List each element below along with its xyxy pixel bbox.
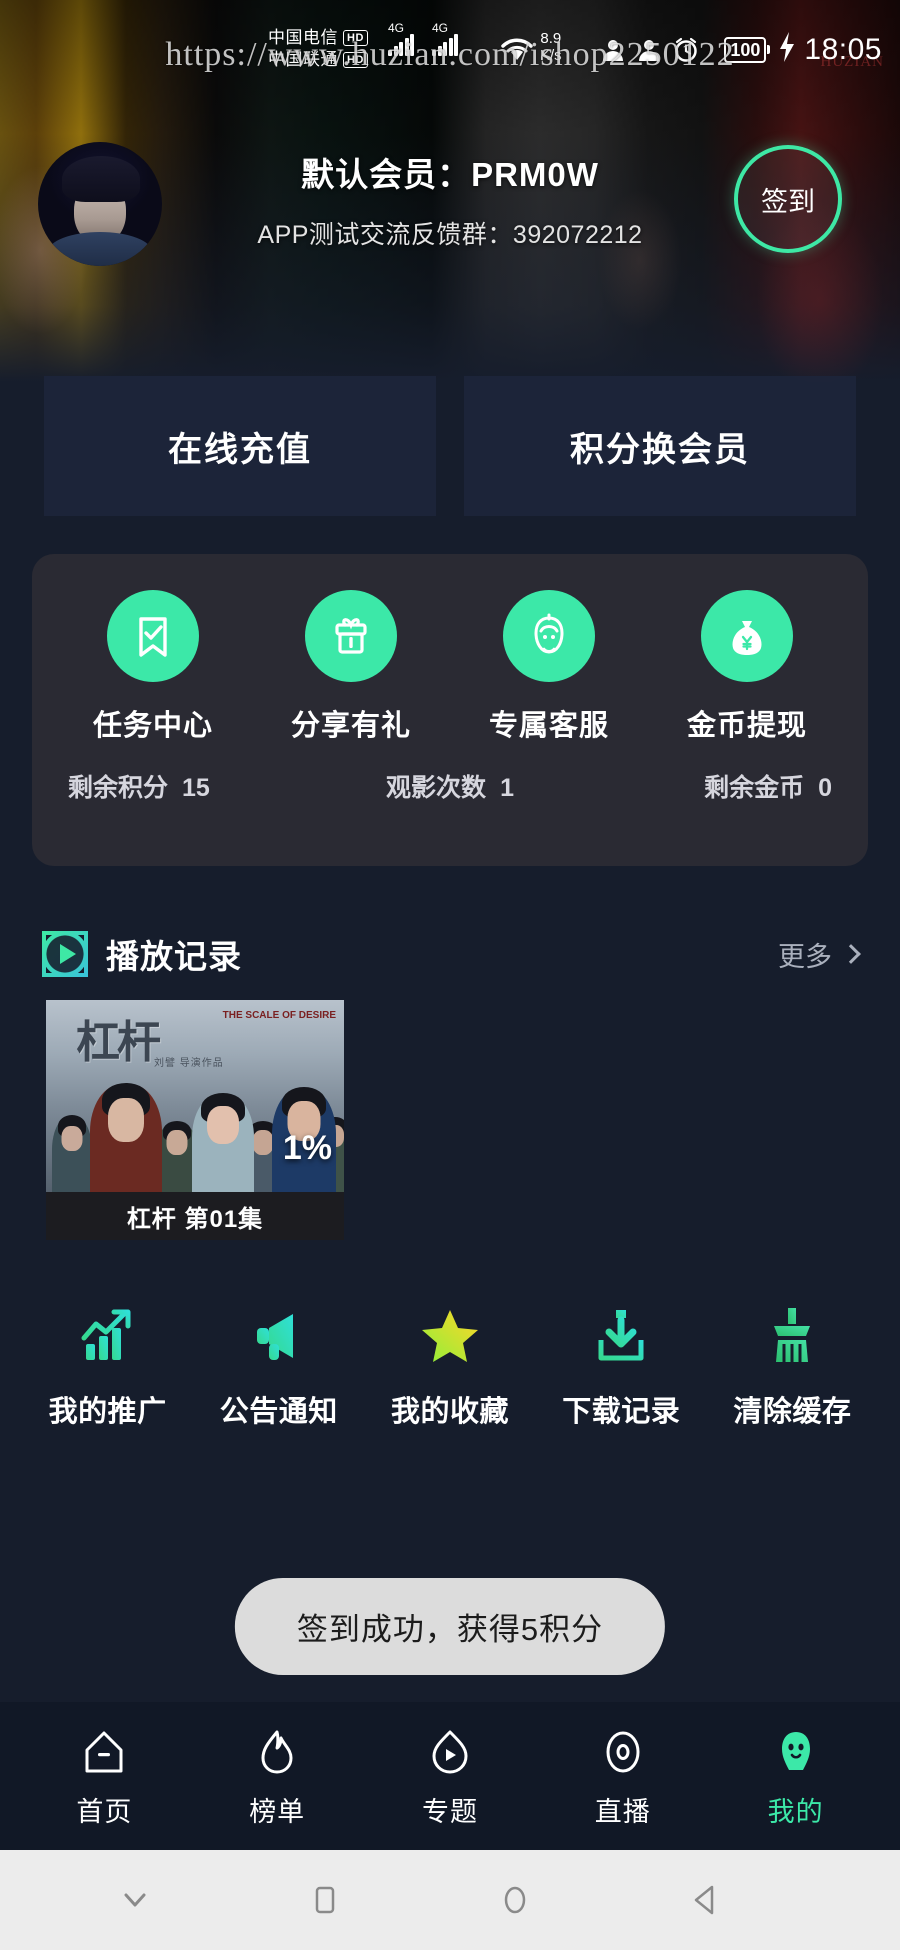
- task-bookmark-icon: [107, 590, 199, 682]
- broom-icon: [756, 1300, 828, 1372]
- site-watermark: https://www.huzian.com/ishop2250122: [165, 36, 735, 73]
- download-icon: [585, 1300, 657, 1372]
- megaphone-icon: [243, 1300, 315, 1372]
- play-history-item[interactable]: 杠杆 THE SCALE OF DESIRE 刘譬 导演作品 1% 杠杆 第01…: [46, 1000, 344, 1240]
- stat-remaining-coins: 剩余金币 0: [577, 768, 832, 804]
- recharge-button[interactable]: 在线充值: [44, 376, 436, 516]
- points-exchange-button[interactable]: 积分换会员: [464, 376, 856, 516]
- profile-section: 默认会员：PRM0W APP测试交流反馈群：392072212 签到: [0, 130, 900, 290]
- grid-item-label: 分享有礼: [290, 710, 411, 742]
- play-history-header: 播放记录 更多: [42, 926, 861, 982]
- android-system-nav: [0, 1850, 900, 1950]
- toast-text: 签到成功，获得5积分: [296, 1612, 604, 1647]
- quick-actions-card: 任务中心 分享有礼 专属客服 金币提现 剩余积分 15 观影次数 1 剩余金币 …: [32, 554, 868, 866]
- stat-label: 剩余金币: [704, 774, 805, 802]
- poster-thumbnail: 杠杆 THE SCALE OF DESIRE 刘譬 导演作品 1%: [46, 1000, 344, 1192]
- feature-menu-row: 我的推广 公告通知 我的收藏 下载记录 清除缓存: [0, 1300, 900, 1430]
- menu-item-label: 我的收藏: [391, 1396, 510, 1428]
- stats-row: 剩余积分 15 观影次数 1 剩余金币 0: [32, 744, 868, 804]
- nav-item-profile[interactable]: 我的: [709, 1724, 882, 1829]
- app-screen: 中国电信 HD 中国联通 HD 4G 4G 8.9 K/s 100 18:05 …: [0, 0, 900, 1950]
- gift-box-icon: [305, 590, 397, 682]
- nav-item-label: 直播: [594, 1796, 651, 1827]
- grid-item-share-gift[interactable]: 分享有礼: [252, 590, 450, 744]
- network-type-2: 4G: [432, 21, 449, 35]
- nav-item-ranking[interactable]: 榜单: [191, 1724, 364, 1829]
- stat-value: 15: [182, 774, 210, 802]
- menu-item-my-promotion[interactable]: 我的推广: [22, 1300, 193, 1430]
- nav-item-live[interactable]: 直播: [536, 1724, 709, 1829]
- topic-play-icon: [422, 1724, 478, 1780]
- grid-item-task-center[interactable]: 任务中心: [54, 590, 252, 744]
- top-action-buttons: 在线充值 积分换会员: [0, 376, 900, 516]
- profile-person-icon: [768, 1724, 824, 1780]
- nav-item-label: 首页: [76, 1796, 133, 1827]
- toast-message: 签到成功，获得5积分: [234, 1578, 666, 1675]
- nav-item-label: 榜单: [249, 1796, 306, 1827]
- grid-item-label: 任务中心: [92, 710, 213, 742]
- nav-item-topic[interactable]: 专题: [364, 1724, 537, 1829]
- menu-item-label: 公告通知: [219, 1396, 338, 1428]
- grid-item-label: 专属客服: [488, 710, 609, 742]
- recharge-button-label: 在线充值: [168, 430, 312, 469]
- poster-title: 杠杆: [76, 1017, 161, 1068]
- nav-item-label: 专题: [421, 1796, 478, 1827]
- stat-view-count: 观影次数 1: [323, 768, 578, 804]
- menu-item-label: 清除缓存: [733, 1396, 852, 1428]
- poster-credit: 刘譬 导演作品: [154, 1058, 224, 1069]
- home-circle-icon[interactable]: [420, 1880, 610, 1920]
- live-circle-icon: [595, 1724, 651, 1780]
- play-history-title: 播放记录: [106, 938, 242, 975]
- bottom-navigation-bar: 首页 榜单 专题 直播 我的: [0, 1702, 900, 1850]
- stat-value: 1: [500, 774, 514, 802]
- stat-value: 0: [818, 774, 833, 802]
- stat-label: 观影次数: [386, 774, 487, 802]
- grid-item-label: 金币提现: [686, 710, 807, 742]
- signin-button-label: 签到: [761, 186, 815, 217]
- home-icon: [76, 1724, 132, 1780]
- profile-hero-banner: 中国电信 HD 中国联通 HD 4G 4G 8.9 K/s 100 18:05 …: [0, 0, 900, 382]
- back-triangle-icon[interactable]: [610, 1880, 800, 1920]
- more-label: 更多: [778, 941, 832, 972]
- chevron-down-icon[interactable]: [40, 1880, 230, 1920]
- stat-label: 剩余积分: [68, 774, 169, 802]
- quick-actions-row: 任务中心 分享有礼 专属客服 金币提现: [32, 554, 868, 744]
- stat-remaining-points: 剩余积分 15: [68, 768, 323, 804]
- menu-item-label: 下载记录: [562, 1396, 681, 1428]
- network-type-1: 4G: [388, 21, 405, 35]
- star-icon: [414, 1300, 486, 1372]
- flame-icon: [249, 1724, 305, 1780]
- nav-item-label: 我的: [767, 1796, 824, 1827]
- grid-item-customer-service[interactable]: 专属客服: [450, 590, 648, 744]
- play-history-item-title: 杠杆 第01集: [126, 1205, 264, 1233]
- money-bag-icon: [701, 590, 793, 682]
- menu-item-clear-cache[interactable]: 清除缓存: [707, 1300, 878, 1430]
- play-record-icon: [42, 931, 88, 977]
- menu-item-label: 我的推广: [48, 1396, 167, 1428]
- watch-progress-percent: 1%: [282, 1129, 332, 1167]
- play-history-more-button[interactable]: 更多: [778, 935, 861, 974]
- menu-item-my-favorites[interactable]: 我的收藏: [364, 1300, 535, 1430]
- recents-square-icon[interactable]: [230, 1880, 420, 1920]
- signin-button[interactable]: 签到: [734, 145, 842, 253]
- menu-item-announcements[interactable]: 公告通知: [193, 1300, 364, 1430]
- points-exchange-button-label: 积分换会员: [570, 430, 750, 469]
- grid-item-coin-withdraw[interactable]: 金币提现: [648, 590, 846, 744]
- poster-subtitle: THE SCALE OF DESIRE: [222, 1010, 336, 1021]
- customer-service-icon: [503, 590, 595, 682]
- nav-item-home[interactable]: 首页: [18, 1724, 191, 1829]
- menu-item-download-records[interactable]: 下载记录: [536, 1300, 707, 1430]
- growth-chart-icon: [72, 1300, 144, 1372]
- chevron-right-icon: [841, 944, 861, 964]
